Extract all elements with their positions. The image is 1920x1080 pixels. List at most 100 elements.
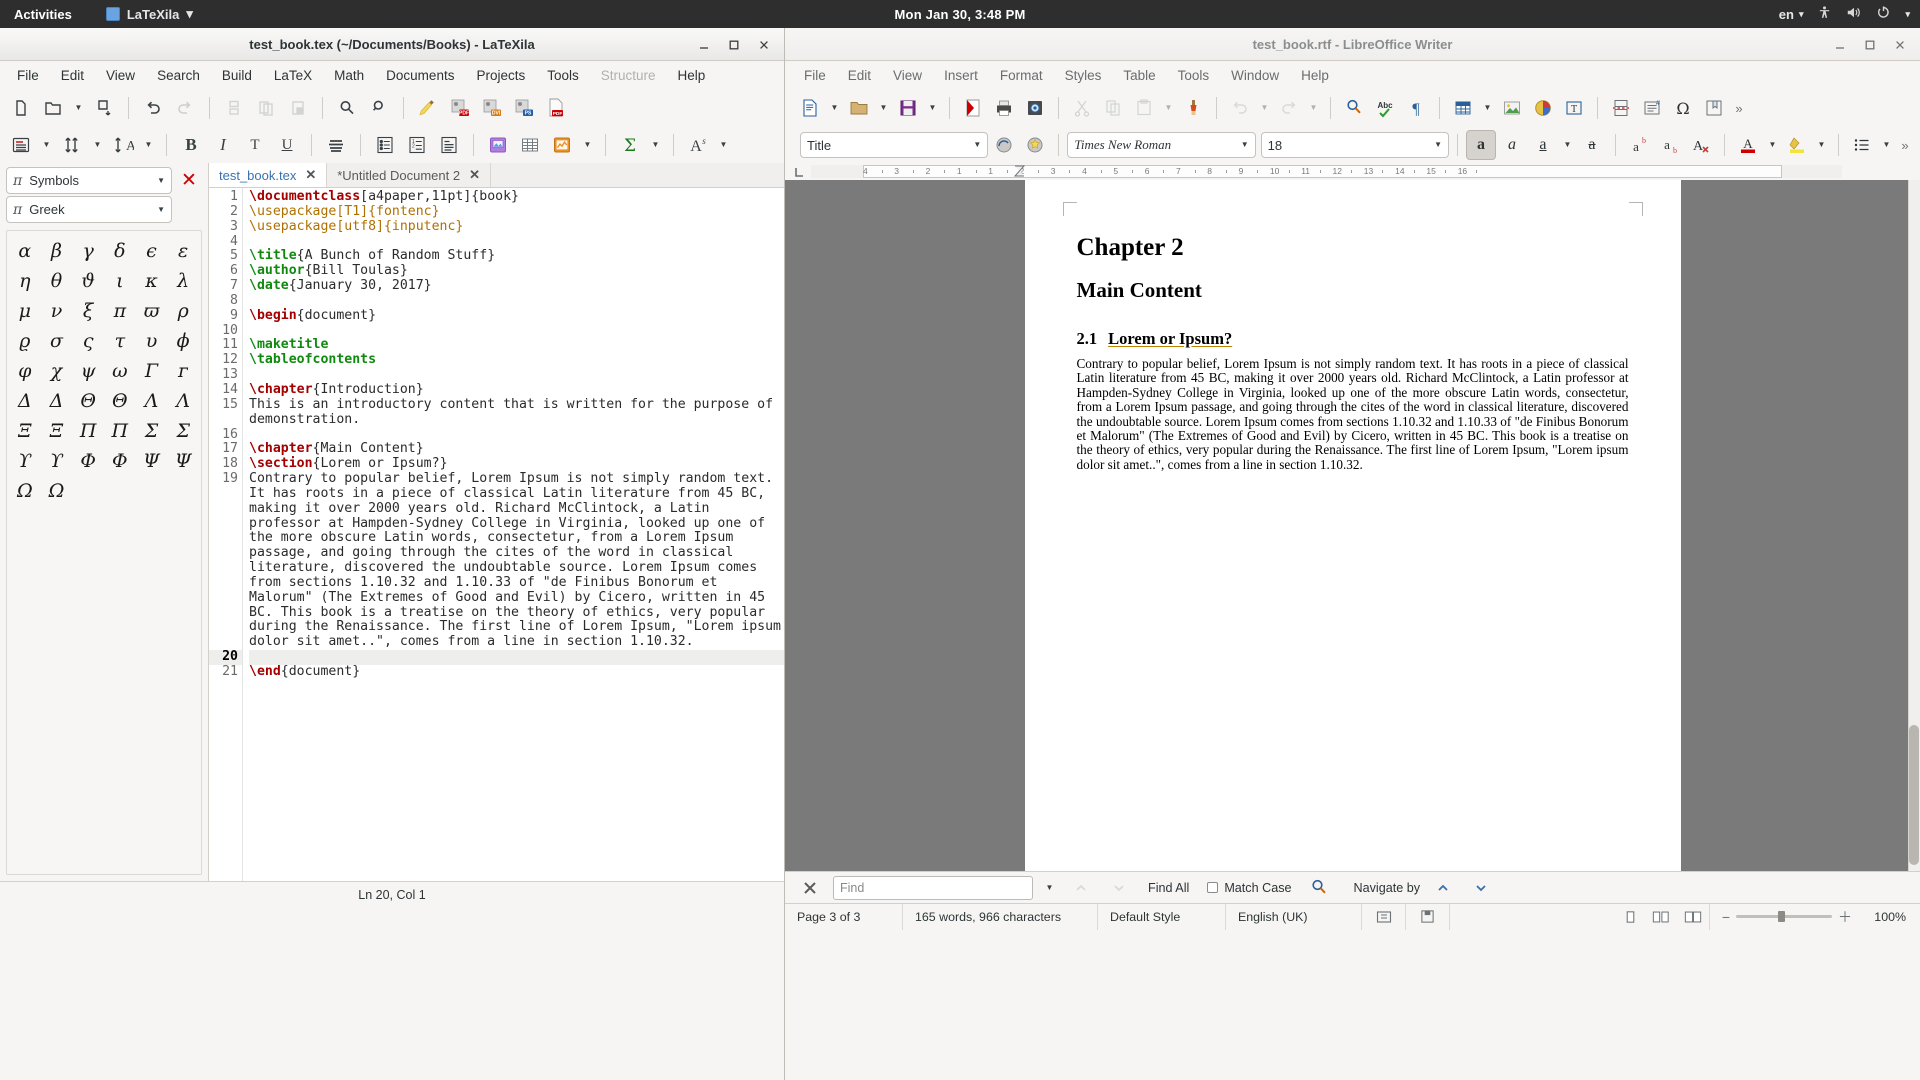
greek-symbol-button[interactable]: Ξ xyxy=(9,417,41,445)
single-page-view-icon[interactable] xyxy=(1616,904,1645,930)
size-dropdown-icon[interactable]: ▼ xyxy=(89,130,106,160)
clear-formatting-icon[interactable]: A xyxy=(1686,130,1716,160)
greek-symbol-button[interactable]: π xyxy=(104,297,136,325)
activities-button[interactable]: Activities xyxy=(0,7,86,22)
chevron-down-icon[interactable]: ▾ xyxy=(1905,9,1910,20)
insert-field-icon[interactable]: # xyxy=(1637,93,1667,123)
multi-page-view-icon[interactable] xyxy=(1645,904,1677,930)
horizontal-ruler[interactable]: 4 3 2 1 1 2 3 4 5 6 7 8 9 10 11 12 13 14 15 16 xyxy=(785,163,1920,180)
overflow-icon[interactable]: » xyxy=(1896,130,1914,160)
insert-table-icon[interactable] xyxy=(1448,93,1478,123)
new-dropdown-icon[interactable]: ▼ xyxy=(826,93,843,123)
greek-symbol-button[interactable]: χ xyxy=(41,357,73,385)
font-dropdown-icon[interactable]: ▼ xyxy=(715,130,732,160)
app-menu-button[interactable]: LaTeXila ▾ xyxy=(105,6,193,22)
greek-symbol-button[interactable]: υ xyxy=(136,327,168,355)
font-color-icon[interactable]: A xyxy=(1733,130,1763,160)
scrollbar-thumb[interactable] xyxy=(1909,725,1919,865)
greek-symbol-button[interactable]: τ xyxy=(104,327,136,355)
find-toolbar-icon[interactable] xyxy=(1304,873,1334,903)
unordered-list-icon[interactable] xyxy=(1847,130,1877,160)
greek-symbol-button[interactable]: σ xyxy=(41,327,73,355)
menu-math[interactable]: Math xyxy=(323,64,375,87)
document-tab-0[interactable]: test_book.tex ✕ xyxy=(209,163,328,187)
bold-icon[interactable]: B xyxy=(176,130,206,160)
zoom-level[interactable]: 100% xyxy=(1864,904,1920,930)
new-file-icon[interactable] xyxy=(6,93,36,123)
font-size-combo[interactable]: 18 ▼ xyxy=(1260,132,1449,158)
match-case-checkbox[interactable]: Match Case xyxy=(1203,881,1295,895)
keyboard-layout-button[interactable]: en ▾ xyxy=(1779,7,1804,22)
greek-symbol-button[interactable]: Θ xyxy=(104,387,136,415)
find-replace-icon[interactable] xyxy=(1339,93,1369,123)
print-icon[interactable] xyxy=(989,93,1019,123)
greek-symbol-button[interactable]: Π xyxy=(72,417,104,445)
language-indicator[interactable]: English (UK) xyxy=(1226,903,1362,930)
save-icon[interactable] xyxy=(89,93,119,123)
underline-dropdown-icon[interactable]: ▼ xyxy=(1559,130,1576,160)
greek-symbol-button[interactable]: η xyxy=(9,267,41,295)
greek-symbol-button[interactable]: Ψ xyxy=(136,447,168,475)
greek-symbol-button[interactable]: Δ xyxy=(9,387,41,415)
greek-symbol-button[interactable]: ι xyxy=(104,267,136,295)
font-color-dropdown-icon[interactable]: ▼ xyxy=(1764,130,1781,160)
greek-symbol-button[interactable]: δ xyxy=(104,237,136,265)
close-tab-icon[interactable]: ✕ xyxy=(469,167,480,183)
greek-symbol-button[interactable]: κ xyxy=(136,267,168,295)
sectioning-dropdown-icon[interactable]: ▼ xyxy=(38,130,55,160)
greek-symbol-button[interactable]: Σ xyxy=(136,417,168,445)
greek-symbol-button[interactable]: Θ xyxy=(72,387,104,415)
save-dropdown-icon[interactable]: ▼ xyxy=(924,93,941,123)
book-view-icon[interactable] xyxy=(1677,903,1710,930)
highlight-color-icon[interactable] xyxy=(1782,130,1812,160)
subscript-icon[interactable]: ab xyxy=(1655,130,1685,160)
italic-icon[interactable]: I xyxy=(208,130,238,160)
menu-window[interactable]: Window xyxy=(1220,64,1290,87)
find-icon[interactable] xyxy=(332,93,362,123)
open-dropdown-icon[interactable]: ▼ xyxy=(70,93,87,123)
vertical-scrollbar[interactable] xyxy=(1908,180,1920,871)
open-icon[interactable] xyxy=(844,93,874,123)
open-dropdown-icon[interactable]: ▼ xyxy=(875,93,892,123)
export-pdf-icon[interactable] xyxy=(958,93,988,123)
clone-formatting-icon[interactable] xyxy=(1178,93,1208,123)
page-indicator[interactable]: Page 3 of 3 xyxy=(785,903,903,930)
italic-icon[interactable]: a xyxy=(1497,130,1527,160)
menu-insert[interactable]: Insert xyxy=(933,64,989,87)
writer-titlebar[interactable]: test_book.rtf - LibreOffice Writer xyxy=(785,28,1920,61)
math-sum-icon[interactable]: Σ xyxy=(615,130,645,160)
writer-document-area[interactable]: Chapter 2 Main Content 2.1 Lorem or Ipsum… xyxy=(785,180,1920,871)
greek-symbol-button[interactable]: ψ xyxy=(72,357,104,385)
menu-edit[interactable]: Edit xyxy=(837,64,882,87)
zoom-in-icon[interactable]: ＋ xyxy=(1838,910,1852,924)
size-icon[interactable] xyxy=(57,130,87,160)
print-preview-icon[interactable] xyxy=(1020,93,1050,123)
greek-symbol-button[interactable]: Γ xyxy=(136,357,168,385)
maximize-button[interactable] xyxy=(720,31,748,59)
typewriter-icon[interactable]: T xyxy=(240,130,270,160)
close-tab-icon[interactable]: ✕ xyxy=(305,167,316,183)
math-dropdown-icon[interactable]: ▼ xyxy=(647,130,664,160)
minimize-button[interactable] xyxy=(690,31,718,59)
greek-symbol-button[interactable]: ϑ xyxy=(72,267,104,295)
indent-marker-icon[interactable] xyxy=(1013,165,1025,181)
greek-symbol-button[interactable]: ϖ xyxy=(136,297,168,325)
menu-help[interactable]: Help xyxy=(1290,64,1340,87)
greek-symbol-button[interactable]: ω xyxy=(104,357,136,385)
references-dropdown-icon[interactable]: ▼ xyxy=(140,130,157,160)
latexila-titlebar[interactable]: test_book.tex (~/Documents/Books) - LaTe… xyxy=(0,28,784,61)
latex-code-content[interactable]: \documentclass[a4paper,11pt]{book} \usepa… xyxy=(243,188,784,881)
word-count[interactable]: 165 words, 966 characters xyxy=(903,903,1098,930)
greek-symbol-button[interactable]: λ xyxy=(167,267,199,295)
greek-symbol-button[interactable]: β xyxy=(41,237,73,265)
latex-source-editor[interactable]: 1 2 3 4 5 6 7 8 9 10 11 12 13 14 15 16 17 18 19 20 21 \docum… xyxy=(209,188,784,881)
find-input[interactable]: Find xyxy=(833,875,1033,900)
greek-symbol-button[interactable]: Ω xyxy=(41,477,73,505)
view-pdf-icon[interactable]: PDF xyxy=(541,93,571,123)
navigate-previous-icon[interactable] xyxy=(1428,873,1458,903)
underline-icon[interactable]: U xyxy=(272,130,302,160)
greek-symbol-button[interactable]: Π xyxy=(104,417,136,445)
math-font-icon[interactable]: As xyxy=(683,130,713,160)
zoom-slider[interactable]: − ＋ xyxy=(1710,904,1864,930)
superscript-icon[interactable]: ab xyxy=(1624,130,1654,160)
